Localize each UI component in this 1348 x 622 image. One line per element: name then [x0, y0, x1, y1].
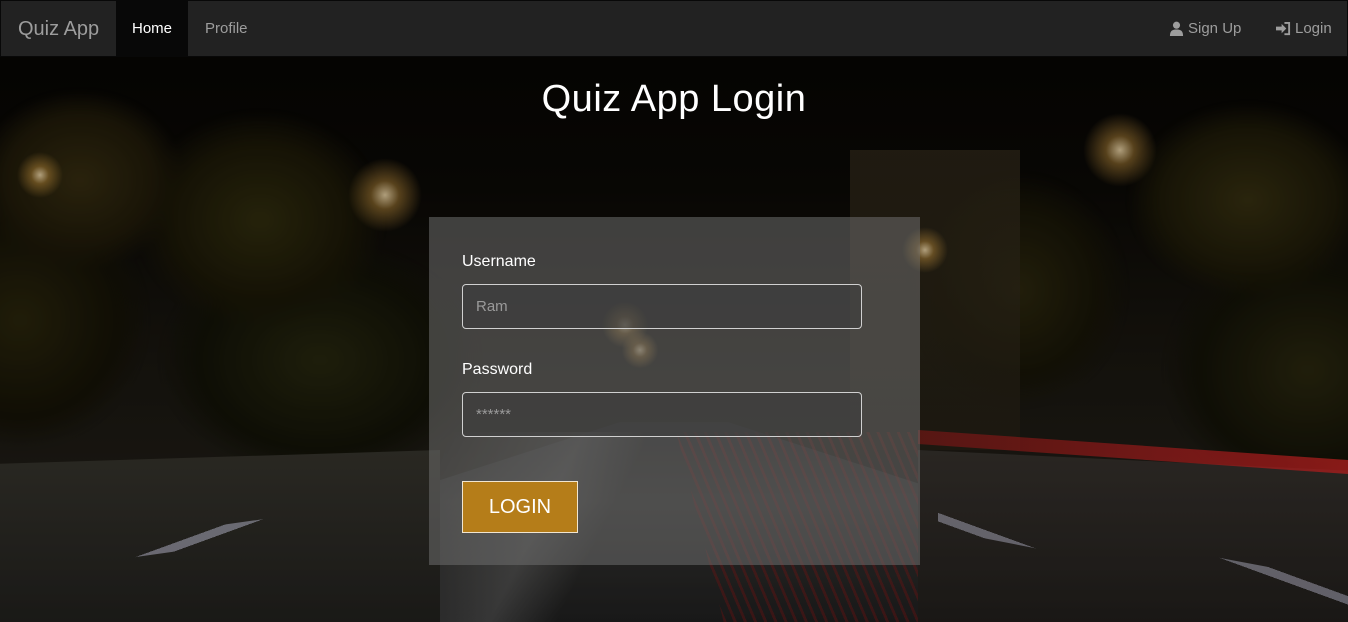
page-title: Quiz App Login — [541, 78, 807, 120]
login-page: Quiz App Home Profile Sign Up Login Quiz — [0, 0, 1348, 622]
login-button[interactable]: LOGIN — [462, 481, 578, 533]
nav-login-label: Login — [1295, 20, 1332, 37]
nav-login-link[interactable]: Login — [1259, 1, 1348, 56]
login-icon — [1275, 21, 1292, 36]
login-form: Username Password LOGIN — [429, 217, 920, 565]
top-navbar: Quiz App Home Profile Sign Up Login — [0, 0, 1348, 57]
password-label: Password — [462, 361, 533, 378]
nav-signup-label: Sign Up — [1188, 20, 1242, 37]
nav-signup-link[interactable]: Sign Up — [1153, 1, 1257, 56]
username-input[interactable] — [462, 284, 862, 329]
nav-home-link[interactable]: Home — [116, 1, 188, 56]
password-input[interactable] — [462, 392, 862, 437]
nav-profile-link[interactable]: Profile — [189, 1, 264, 56]
username-label: Username — [462, 253, 536, 270]
user-icon — [1169, 21, 1184, 36]
brand-link[interactable]: Quiz App — [18, 18, 99, 41]
